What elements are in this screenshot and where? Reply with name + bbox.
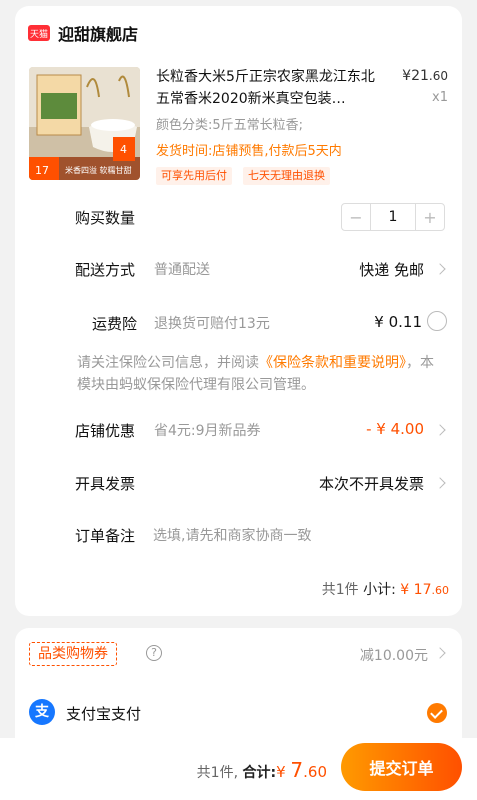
subtotal-amount: ¥ 17.60 [400, 582, 449, 598]
help-icon[interactable]: ? [146, 645, 162, 661]
quantity-value[interactable]: 1 [370, 204, 416, 230]
summary-count: 共1件 [321, 582, 359, 598]
insurance-radio[interactable] [427, 311, 447, 331]
chevron-right-icon[interactable] [434, 263, 446, 275]
remark-input[interactable]: 选填,请先和商家协商一致 [153, 525, 311, 545]
check-icon[interactable] [427, 703, 447, 723]
coupon-value[interactable]: 减10.00元 [360, 645, 428, 665]
total-dec: .60 [303, 763, 327, 781]
quantity-stepper: − 1 + [341, 203, 445, 231]
image-bottom-text: 米香四溢 软糯甘甜 [65, 165, 132, 175]
category-coupon-badge[interactable]: 品类购物券 [29, 642, 117, 666]
price-symbol: ¥ [402, 68, 412, 84]
subtotal-int: 17 [413, 582, 432, 598]
invoice-label: 开具发票 [75, 475, 136, 493]
insurance-label: 运费险 [92, 315, 138, 333]
total-amount: ¥ 7.60 [276, 758, 327, 782]
product-price: ¥21.60 [402, 68, 448, 84]
invoice-value[interactable]: 本次不开具发票 [319, 473, 424, 494]
image-num-badge: 4 [120, 143, 127, 156]
total-int: 7 [290, 758, 304, 782]
insurance-terms-link[interactable]: 《保险条款和重要说明》 [259, 355, 406, 371]
total-count: 共1件, [196, 765, 239, 781]
alipay-icon: 支 [29, 699, 55, 725]
total-symbol: ¥ [276, 763, 286, 781]
delivery-sub: 普通配送 [154, 262, 210, 278]
order-summary: 共1件 小计: ¥ 17.60 [322, 579, 449, 599]
quantity-label: 购买数量 [75, 209, 136, 227]
quantity-plus-button[interactable]: + [416, 204, 444, 230]
store-discount-label: 店铺优惠 [75, 422, 136, 440]
insurance-price: ¥ 0.11 [374, 313, 422, 331]
store-header[interactable]: 天猫 迎甜旗舰店 [28, 22, 138, 44]
product-qty: x1 [432, 90, 448, 105]
insurance-notice: 请关注保险公司信息，并阅读《保险条款和重要说明》，本模块由蚂蚁保保险代理有限公司… [77, 352, 443, 396]
notice-prefix: 请关注保险公司信息，并阅读 [77, 355, 259, 371]
store-discount-value[interactable]: - ¥ 4.00 [366, 420, 424, 438]
insurance-sub: 退换货可赔付13元 [154, 316, 270, 332]
chevron-right-icon[interactable] [434, 477, 446, 489]
order-card: 天猫 迎甜旗舰店 17 4 米香四溢 软糯甘甜 长粒香大米5斤正宗农家黑龙江东北… [15, 6, 462, 616]
delivery-label: 配送方式 [75, 261, 136, 279]
remark-label: 订单备注 [75, 527, 136, 545]
product-spec: 颜色分类:5斤五常长粒香; [156, 118, 304, 133]
delivery-option[interactable]: 快递 免邮 [359, 259, 424, 280]
total-label: 合计: [242, 765, 277, 781]
tag-pay-later: 可享先用后付 [156, 167, 232, 185]
tag-seven-day-return: 七天无理由退换 [243, 167, 330, 185]
submit-order-button[interactable]: 提交订单 [341, 743, 462, 791]
total-summary: 共1件, 合计:¥ 7.60 [197, 758, 327, 782]
product-image[interactable]: 17 4 米香四溢 软糯甘甜 [29, 67, 140, 180]
chevron-right-icon[interactable] [434, 424, 446, 436]
price-dec: .60 [428, 69, 448, 83]
chevron-right-icon[interactable] [434, 647, 446, 659]
shipping-notice: 发货时间:店铺预售,付款后5天内 [156, 144, 342, 159]
quantity-minus-button[interactable]: − [342, 204, 370, 230]
subtotal-symbol: ¥ [400, 582, 410, 598]
price-int: 21 [411, 68, 429, 84]
tmall-icon: 天猫 [28, 25, 50, 41]
payment-card: 品类购物券 ? 减10.00元 支 支付宝支付 [15, 628, 462, 738]
product-title[interactable]: 长粒香大米5斤正宗农家黑龙江东北五常香米2020新米真空包装… [156, 66, 384, 110]
subtotal-label: 小计: [363, 582, 396, 598]
image-price-badge: 17 [35, 164, 49, 177]
subtotal-dec: .60 [431, 584, 450, 597]
bottom-bar: 共1件, 合计:¥ 7.60 提交订单 [0, 738, 477, 800]
store-discount-sub: 省4元:9月新品券 [154, 423, 261, 439]
alipay-label[interactable]: 支付宝支付 [66, 703, 141, 724]
store-name[interactable]: 迎甜旗舰店 [58, 21, 138, 45]
